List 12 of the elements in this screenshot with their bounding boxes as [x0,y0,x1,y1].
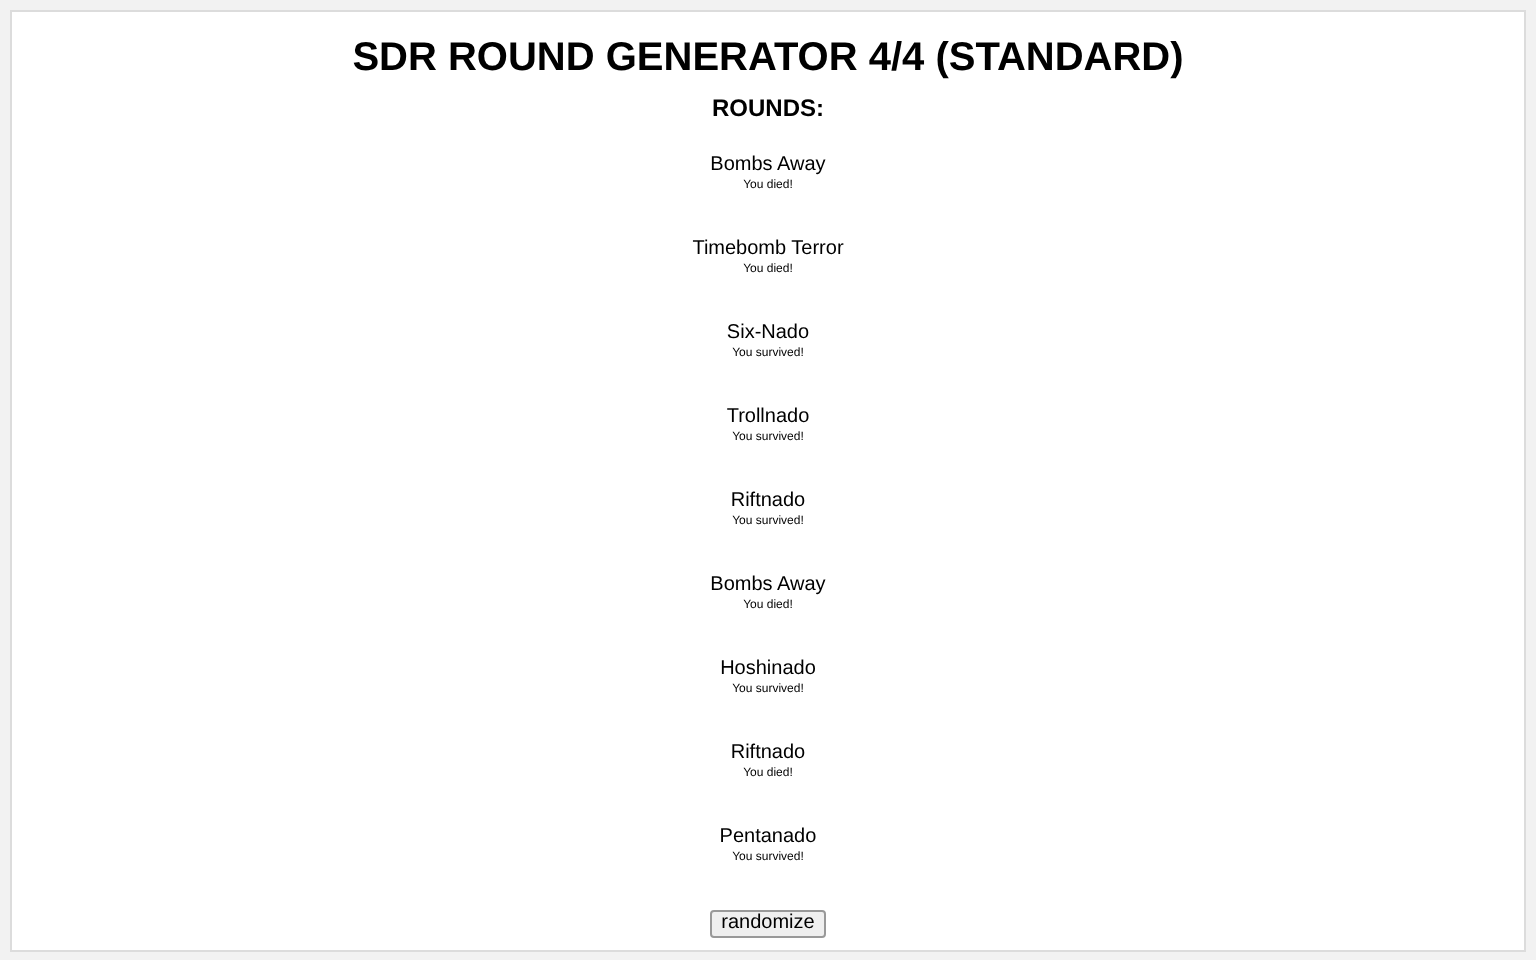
round-name: Pentanado [719,826,817,850]
round-name: Riftnado [730,742,806,766]
rounds-heading: ROUNDS: [712,94,824,122]
round-name: Timebomb Terror [692,238,844,262]
round-name: Hoshinado [720,658,816,682]
round-name: Trollnado [726,406,810,430]
randomize-button[interactable]: randomize [709,910,827,938]
round-name: Bombs Away [710,154,826,178]
round-name: Riftnado [730,490,806,514]
round-name: Bombs Away [710,574,826,598]
round-name: Six-Nado [726,322,810,346]
page-title: SDR ROUND GENERATOR 4/4 (STANDARD) [352,34,1184,82]
